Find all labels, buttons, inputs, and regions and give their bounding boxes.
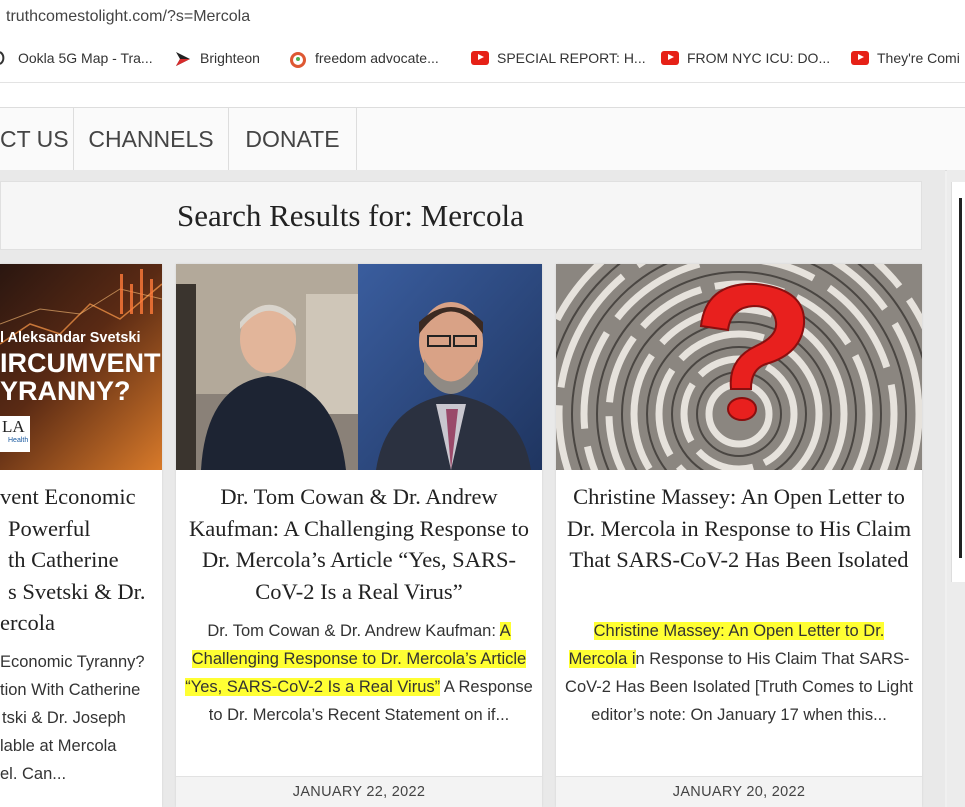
card-image[interactable] — [176, 264, 542, 470]
page-top-spacer — [0, 83, 965, 107]
image-headline: YRANNY? — [0, 376, 131, 406]
bookmark-label: Ookla 5G Map - Tra... — [18, 50, 153, 66]
card-image[interactable]: l Aleksandar Svetski IRCUMVENT YRANNY? L… — [0, 264, 162, 470]
sidebar-scrollbar[interactable] — [959, 198, 962, 558]
nav-channels[interactable]: CHANNELS — [74, 108, 229, 170]
image-headline: IRCUMVENT — [0, 348, 161, 378]
card-excerpt: Christine Massey: An Open Letter to Dr. … — [565, 622, 913, 724]
bookmark-freedom-advocate[interactable]: freedom advocate... — [289, 50, 439, 68]
bookmark-nyc-icu[interactable]: FROM NYC ICU: DO... — [661, 50, 830, 66]
duckduckgo-icon — [289, 51, 307, 68]
url-text[interactable]: truthcomestolight.com/?s=Mercola — [6, 8, 250, 26]
nav-donate[interactable]: DONATE — [229, 108, 357, 170]
post-date: JANUARY 22, 2022 — [176, 776, 542, 807]
card-excerpt: Dr. Tom Cowan & Dr. Andrew Kaufman: A Ch… — [185, 622, 533, 724]
ookla-icon — [0, 51, 10, 65]
bookmark-brighteon[interactable]: Brighteon — [174, 50, 260, 66]
nav-contact-us[interactable]: CT US — [0, 108, 74, 170]
youtube-icon — [471, 51, 489, 65]
bookmark-label: FROM NYC ICU: DO... — [687, 50, 831, 66]
video-call-photo — [176, 264, 542, 470]
bookmarks-bar: Ookla 5G Map - Tra... Brighteon freedom … — [0, 36, 965, 83]
bookmark-theyre-coming[interactable]: They're Comi — [851, 50, 960, 66]
card-image[interactable] — [556, 264, 922, 470]
image-caption: l Aleksandar Svetski — [0, 330, 141, 346]
result-card[interactable]: Christine Massey: An Open Letter to Dr. … — [556, 264, 922, 807]
nav-label: DONATE — [245, 126, 340, 152]
mercola-logo: LA Health — [0, 416, 30, 452]
site-nav: CT US CHANNELS DONATE — [0, 107, 965, 171]
address-bar[interactable]: truthcomestolight.com/?s=Mercola — [0, 0, 965, 36]
bookmark-label: SPECIAL REPORT: H... — [497, 50, 646, 66]
youtube-icon — [661, 51, 679, 65]
bookmark-ookla[interactable]: Ookla 5G Map - Tra... — [0, 50, 153, 66]
bookmark-label: Brighteon — [200, 50, 260, 66]
bookmark-special-report[interactable]: SPECIAL REPORT: H... — [471, 50, 646, 66]
bookmark-label: They're Comi — [877, 50, 960, 66]
maze-question-mark-image — [556, 264, 922, 470]
result-card[interactable]: l Aleksandar Svetski IRCUMVENT YRANNY? L… — [0, 264, 162, 807]
page-title: Search Results for: Mercola — [177, 198, 524, 233]
brighteon-icon — [174, 51, 192, 66]
nav-label: CHANNELS — [88, 126, 214, 152]
card-title[interactable]: vent Economic Powerful th Catherine s Sv… — [0, 481, 170, 639]
bookmark-label: freedom advocate... — [315, 50, 439, 66]
result-card[interactable]: Dr. Tom Cowan & Dr. Andrew Kaufman: A Ch… — [176, 264, 542, 807]
youtube-icon — [851, 51, 869, 65]
sidebar-widget — [951, 182, 965, 582]
card-excerpt: Economic Tyranny? tion With Catherine ts… — [0, 653, 145, 783]
sidebar — [947, 170, 965, 807]
card-title[interactable]: Christine Massey: An Open Letter to Dr. … — [556, 481, 922, 576]
card-title[interactable]: Dr. Tom Cowan & Dr. Andrew Kaufman: A Ch… — [176, 481, 542, 607]
post-date: JANUARY 20, 2022 — [556, 776, 922, 807]
search-title-box: Search Results for: Mercola — [0, 181, 922, 250]
nav-label: CT US — [0, 126, 69, 152]
